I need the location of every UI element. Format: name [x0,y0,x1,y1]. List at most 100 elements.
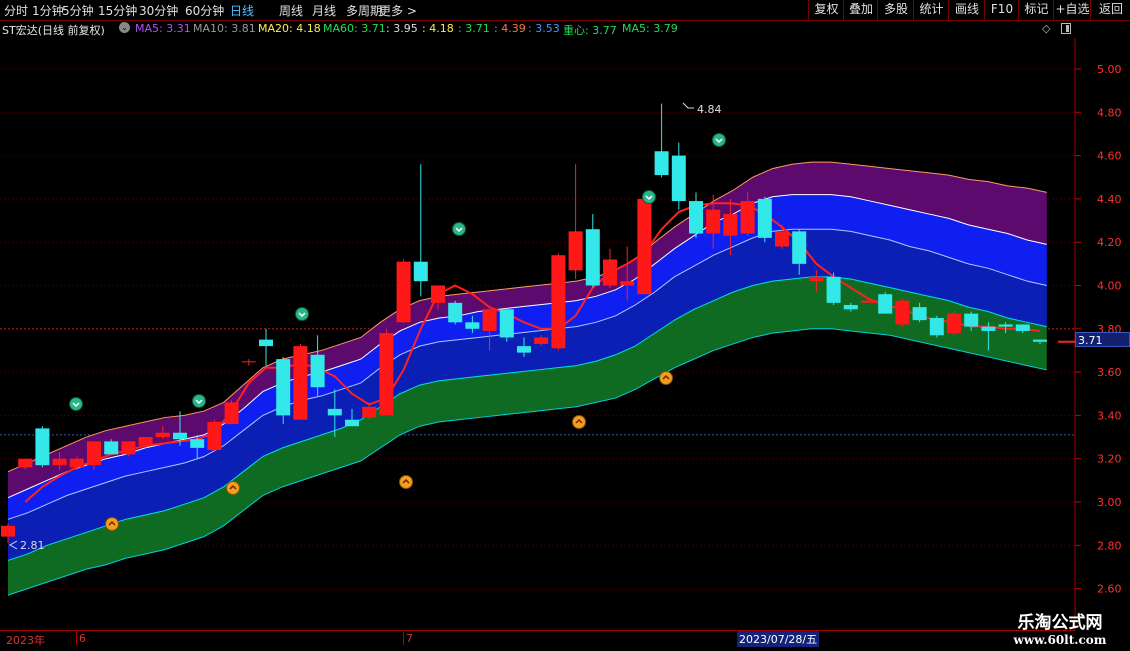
candle-body [35,428,50,466]
price-tick-label: 3.40 [1097,409,1122,422]
candle-body [396,261,411,323]
panel-toggle-icon[interactable] [1061,23,1071,34]
candle-body [104,441,119,455]
high-pointer [682,102,694,109]
sell-signal-icon [295,307,309,321]
candle-body [534,337,549,344]
period-tab-0[interactable]: 分时 [4,2,28,19]
price-tick-label: 3.20 [1097,453,1122,466]
candle-body [345,419,359,427]
toolbar-button-0[interactable]: 复权 [808,0,844,20]
candle-body [843,304,858,310]
candle-body [723,214,738,236]
sell-signal-icon [712,133,726,147]
candle-body [637,198,652,295]
high-price-label: 4.84 [697,103,722,116]
toolbar-button-8[interactable]: 返回 [1090,0,1130,20]
candle-body [465,322,480,329]
candle-body [1015,324,1030,331]
time-label-year: 2023年 [6,634,45,647]
candle-body [620,281,635,286]
candle-body [121,441,136,455]
candle-body [792,231,807,264]
candle-body [671,155,686,202]
candle-body [293,346,308,420]
price-tick-label: 2.60 [1097,583,1122,596]
period-tab-3[interactable]: 15分钟 [98,2,137,19]
sell-signal-icon [642,190,656,204]
period-tab-9[interactable]: 多周期 [346,2,382,19]
watermark-url: www.60lt.com [1013,633,1107,647]
watermark: 乐淘公式网 www.60lt.com [990,608,1130,650]
candle-body [1033,339,1047,342]
period-tab-7[interactable]: 周线 [279,2,303,19]
candle-body [87,441,101,466]
period-tab-2[interactable]: 5分钟 [62,2,94,19]
buy-signal-icon [659,371,673,385]
current-price-tag: 3.71 [1075,332,1130,347]
period-tab-6[interactable]: 日线 [230,2,254,19]
toolbar-button-3[interactable]: 统计 [913,0,949,20]
toolbar-button-5[interactable]: F10 [984,0,1019,20]
stock-title[interactable]: ST宏达(日线 前复权) [2,22,105,38]
candle-body [327,408,342,416]
candle-body [895,300,910,325]
period-tab-1[interactable]: 1分钟 [32,2,64,19]
period-tab-8[interactable]: 月线 [312,2,336,19]
toolbar-button-1[interactable]: 叠加 [843,0,878,20]
period-tab-4[interactable]: 30分钟 [139,2,178,19]
candle-body [929,317,944,336]
diamond-icon[interactable]: ◇ [1042,22,1050,35]
candle-body [706,209,721,234]
price-tick-label: 4.00 [1097,280,1122,293]
line1-value: : 3.95 [386,22,418,35]
low-price-label: 2.81 [20,539,45,552]
candle-body [138,437,153,446]
price-tick-label: 4.40 [1097,193,1122,206]
ma5-value: MA5: 3.31 [135,22,191,35]
buy-signal-icon [572,415,586,429]
buy-signal-icon [226,481,240,495]
buy-signal-icon [105,517,119,531]
candle-body [18,458,33,468]
candle-body [998,324,1013,327]
candle-body [69,458,84,468]
line4-value: : 4.39 [494,22,526,35]
candle-body [757,198,772,238]
watermark-title: 乐淘公式网 [1017,613,1103,633]
toolbar-button-2[interactable]: 多股 [877,0,914,20]
candle-body [413,261,428,282]
price-tick-label: 4.20 [1097,236,1122,249]
candle-body [155,432,170,438]
cursor-date-label: 2023/07/28/五 [737,631,820,647]
candle-body [379,333,394,416]
ma5b-value: MA5: 3.79 [622,22,678,35]
candle-body [775,231,789,247]
candle-body [224,402,239,425]
price-tick-label: 3.60 [1097,366,1122,379]
candlestick-chart[interactable]: 4.842.815.004.804.604.404.204.003.803.60… [0,38,1130,630]
price-tick-label: 2.80 [1097,539,1122,552]
toolbar-button-6[interactable]: 标记 [1018,0,1054,20]
collapse-icon[interactable]: ⌄ [119,22,130,33]
period-tab-5[interactable]: 60分钟 [185,2,224,19]
candle-body [431,285,445,303]
ma20-value: MA20: 4.18 [258,22,321,35]
candle-body [689,201,703,234]
sell-signal-icon [452,222,466,236]
toolbar-button-7[interactable]: +自选 [1053,0,1091,20]
time-axis: 2023年 6 7 [0,630,1075,651]
toolbar-button-4[interactable]: 画线 [948,0,985,20]
line3-value: : 3.71 [458,22,490,35]
time-label-july: 7 [403,632,413,645]
price-tick-label: 4.80 [1097,106,1122,119]
candle-body [826,276,841,303]
period-tab-10[interactable]: 更多 > [379,2,417,19]
price-tick-label: 4.60 [1097,150,1122,163]
candle-body [603,259,617,286]
candle-body [517,346,531,353]
indicator-info-bar: ST宏达(日线 前复权) ⌄ MA5: 3.31 MA10: 3.81 MA20… [0,21,1060,37]
price-tick-label: 5.00 [1097,63,1122,76]
line2-value: : 4.18 [422,22,454,35]
price-tick-label: 3.00 [1097,496,1122,509]
